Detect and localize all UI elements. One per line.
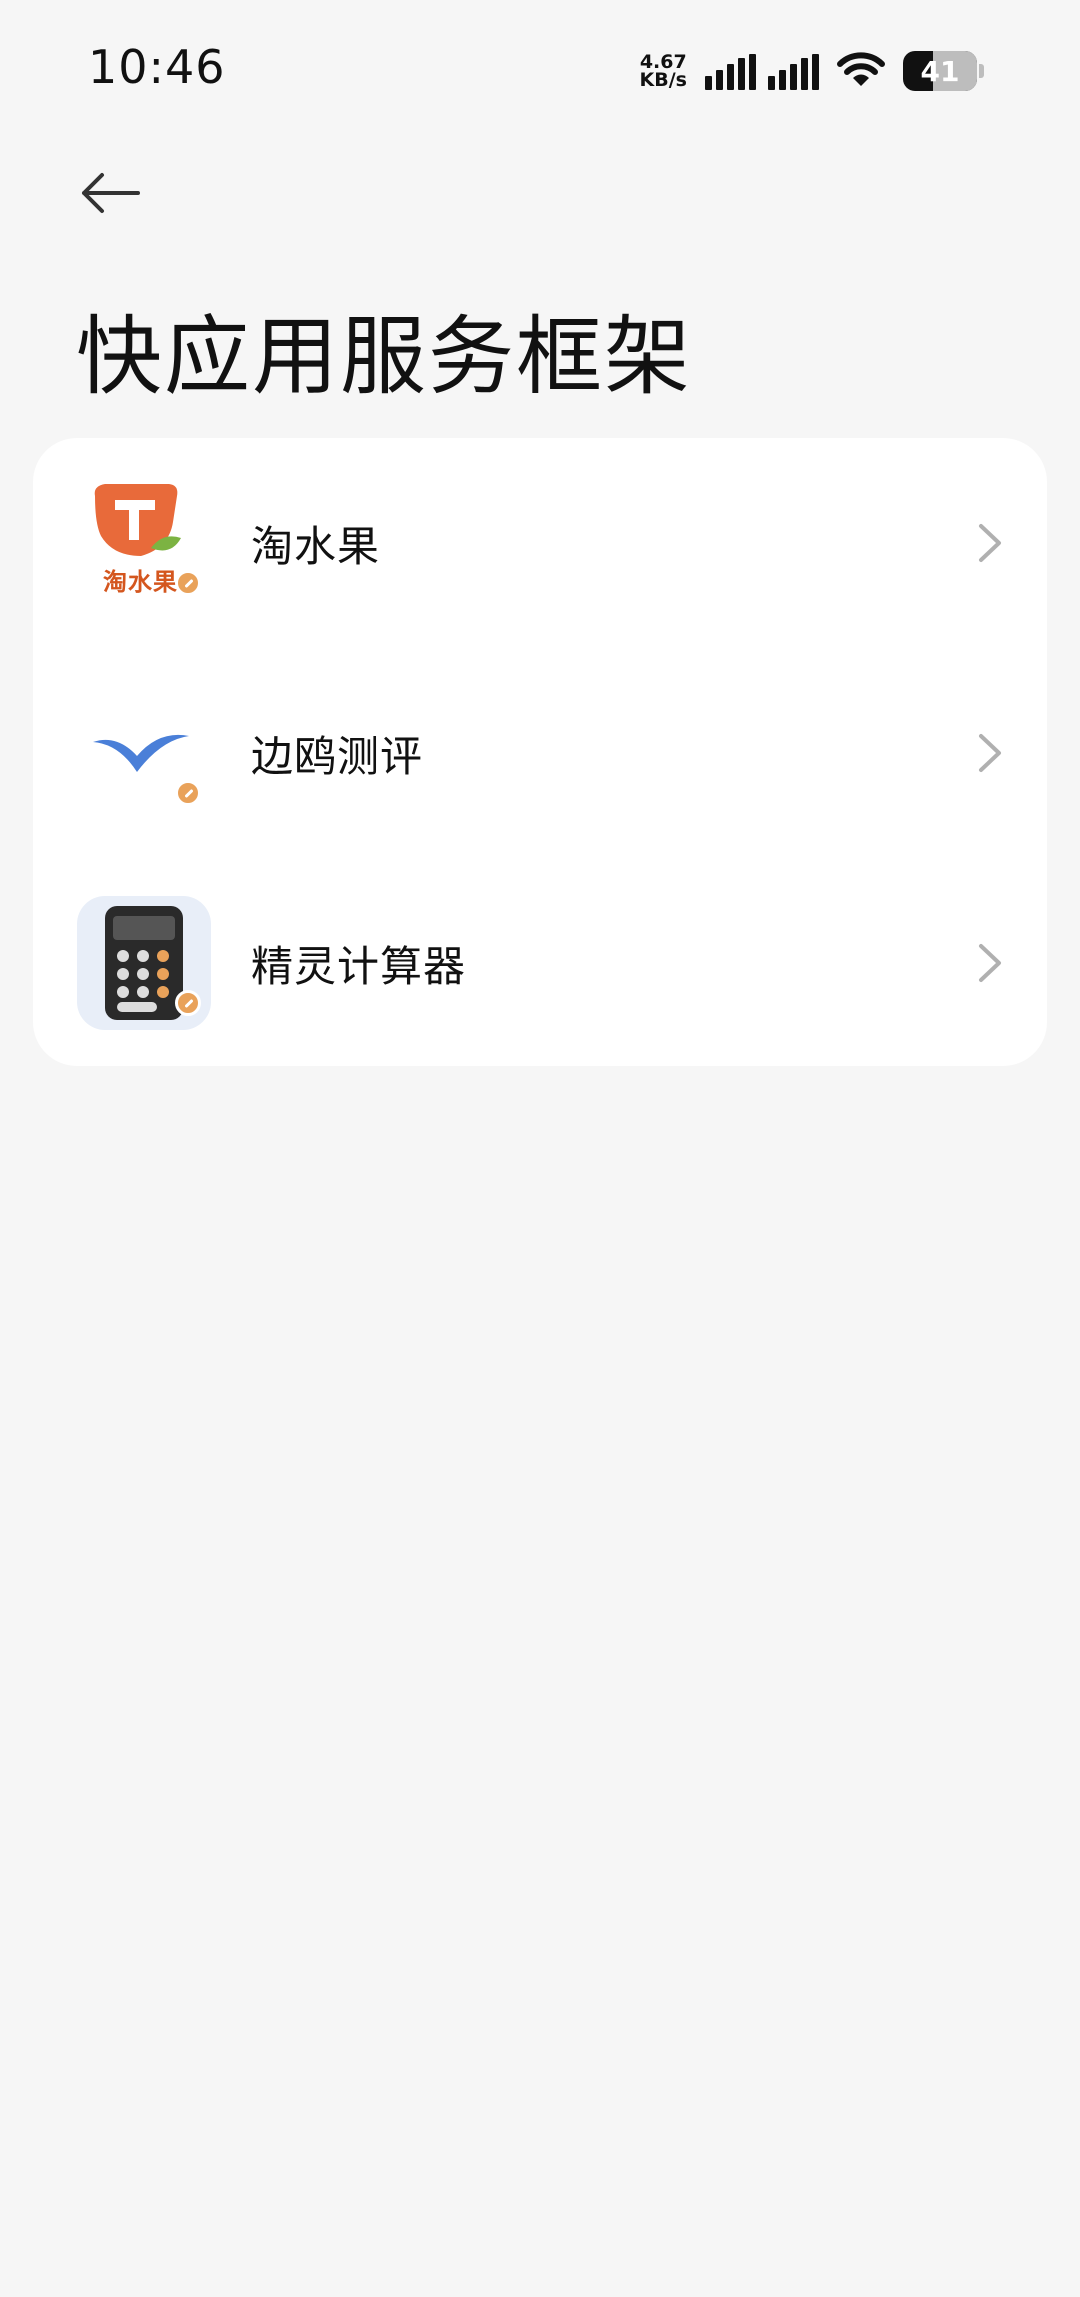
list-item-calculator[interactable]: 精灵计算器: [33, 858, 1047, 1068]
chevron-right-icon: [979, 944, 1001, 982]
battery-tip: [979, 64, 984, 78]
page-title: 快应用服务框架: [76, 307, 692, 407]
quick-app-badge-icon: [175, 570, 201, 596]
battery-icon: 41: [903, 51, 977, 91]
taoshuiguo-app-icon: 淘水果: [77, 476, 211, 610]
chevron-right-icon: [979, 734, 1001, 772]
bianou-app-icon: [77, 686, 211, 820]
quick-app-badge-icon: [175, 780, 201, 806]
arrow-left-icon: [82, 173, 140, 213]
wifi-icon: [837, 52, 885, 90]
taoshuiguo-icon-text: 淘水果: [103, 568, 178, 596]
app-list-card: 淘水果 淘水果 边鸥测评 精灵计算器: [33, 438, 1047, 1066]
signal-strength-icon-2: [768, 52, 819, 90]
status-bar: 10:46 4.67 KB/s 41: [0, 0, 1080, 120]
network-speed-unit: KB/s: [639, 69, 687, 91]
battery-percent: 41: [920, 54, 960, 88]
status-icons: 4.67 KB/s 41: [640, 46, 984, 96]
list-item-label: 边鸥测评: [251, 731, 424, 781]
signal-strength-icon: [705, 52, 756, 90]
quick-app-badge-icon: [175, 990, 201, 1016]
calculator-app-icon: [77, 896, 211, 1030]
status-time: 10:46: [88, 40, 226, 94]
list-item-label: 精灵计算器: [251, 941, 467, 991]
list-item-taoshuiguo[interactable]: 淘水果 淘水果: [33, 438, 1047, 648]
chevron-right-icon: [979, 524, 1001, 562]
cellular-signal-icons: [705, 52, 819, 90]
back-button[interactable]: [70, 158, 150, 228]
list-item-bianou[interactable]: 边鸥测评: [33, 648, 1047, 858]
network-speed: 4.67 KB/s: [639, 53, 687, 91]
list-item-label: 淘水果: [251, 521, 381, 571]
